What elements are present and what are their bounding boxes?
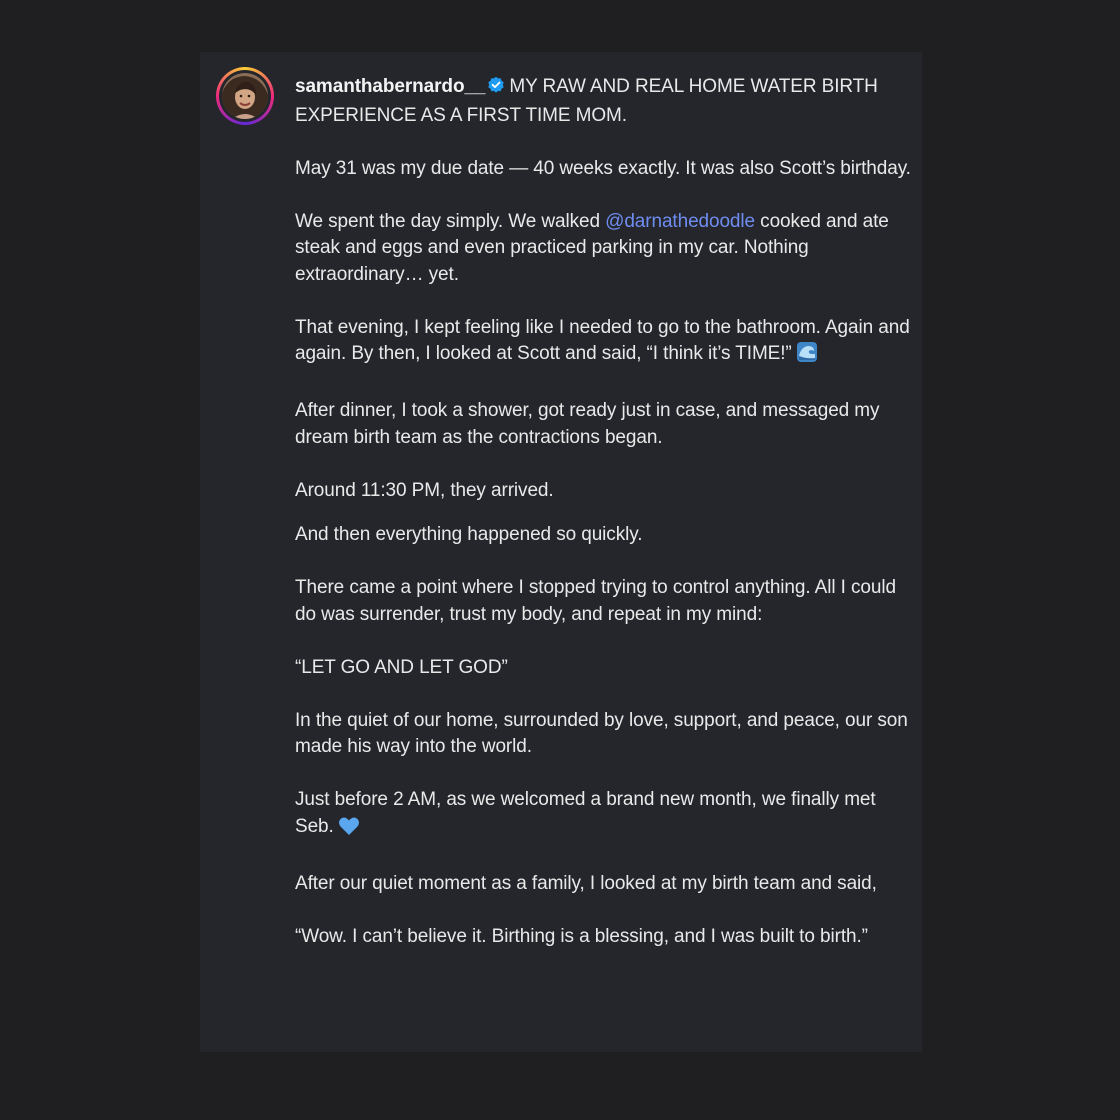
caption-paragraph: May 31 was my due date — 40 weeks exactl… [295, 157, 911, 179]
caption-paragraph: Around 11:30 PM, they arrived. [295, 479, 554, 501]
caption-paragraph: “Wow. I can’t believe it. Birthing is a … [295, 925, 868, 947]
mention-link[interactable]: @darnathedoodle [605, 211, 755, 232]
verified-badge-icon [487, 76, 505, 103]
wave-emoji-icon [796, 341, 818, 372]
caption-text: Just before 2 AM, as we welcomed a brand… [295, 789, 876, 837]
caption-paragraph: We spent the day simply. We walked @darn… [295, 209, 917, 289]
caption-paragraph: There came a point where I stopped tryin… [295, 577, 896, 625]
caption-header: samanthabernardo__ MY RAW AND REAL HOME W… [295, 74, 917, 129]
caption-paragraph: In the quiet of our home, surrounded by … [295, 709, 908, 758]
caption-paragraph: After dinner, I took a shower, got ready… [295, 400, 880, 448]
caption-paragraph: That evening, I kept feeling like I need… [295, 315, 917, 372]
caption-text: We spent the day simply. We walked [295, 210, 606, 232]
post-caption-card: samanthabernardo__ MY RAW AND REAL HOME W… [200, 52, 922, 1052]
caption-paragraph: “LET GO AND LET GOD” [295, 656, 508, 678]
username-link[interactable]: samanthabernardo__ [295, 76, 485, 97]
avatar-photo [222, 73, 268, 119]
caption-paragraph: Just before 2 AM, as we welcomed a brand… [295, 787, 917, 844]
post-caption: samanthabernardo__ MY RAW AND REAL HOME W… [295, 74, 917, 977]
caption-paragraph: And then everything happened so quickly. [295, 524, 643, 545]
avatar-border [219, 70, 271, 122]
blue-heart-emoji-icon [338, 816, 360, 845]
avatar[interactable] [216, 67, 274, 125]
caption-paragraph: After our quiet moment as a family, I lo… [295, 872, 877, 894]
